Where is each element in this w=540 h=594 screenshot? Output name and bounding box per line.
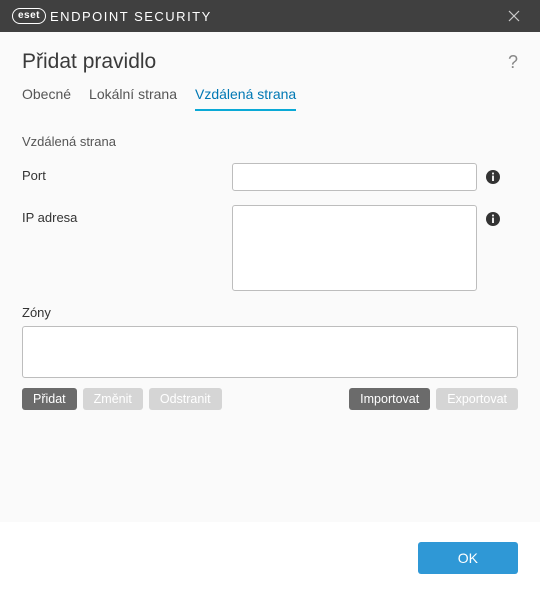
- content-panel: Přidat pravidlo ? Obecné Lokální strana …: [0, 32, 540, 522]
- row-ip: IP adresa: [22, 205, 518, 291]
- label-ip: IP adresa: [22, 205, 232, 225]
- page-title: Přidat pravidlo: [22, 50, 156, 74]
- footer: OK: [0, 522, 540, 594]
- row-port: Port: [22, 163, 518, 191]
- port-input[interactable]: [232, 163, 477, 191]
- tabs: Obecné Lokální strana Vzdálená strana: [22, 86, 518, 112]
- info-button-ip[interactable]: [485, 211, 501, 227]
- remove-button: Odstranit: [149, 388, 222, 410]
- info-icon: [485, 211, 501, 227]
- help-icon: ?: [508, 52, 518, 72]
- zones-listbox[interactable]: [22, 326, 518, 378]
- tab-general[interactable]: Obecné: [22, 86, 71, 111]
- label-port: Port: [22, 163, 232, 183]
- add-button[interactable]: Přidat: [22, 388, 77, 410]
- edit-button: Změnit: [83, 388, 143, 410]
- titlebar: eset ENDPOINT SECURITY: [0, 0, 540, 32]
- titlebar-product: ENDPOINT SECURITY: [50, 9, 212, 24]
- export-button: Exportovat: [436, 388, 518, 410]
- eset-logo: eset: [12, 8, 46, 24]
- info-icon: [485, 169, 501, 185]
- close-button[interactable]: [500, 2, 528, 30]
- close-icon: [508, 10, 520, 22]
- section-heading: Vzdálená strana: [22, 134, 518, 149]
- label-zones: Zóny: [22, 305, 518, 320]
- header-row: Přidat pravidlo ?: [22, 50, 518, 74]
- zone-buttons: Přidat Změnit Odstranit Importovat Expor…: [22, 388, 518, 410]
- tab-local[interactable]: Lokální strana: [89, 86, 177, 111]
- import-button[interactable]: Importovat: [349, 388, 430, 410]
- info-button-port[interactable]: [485, 169, 501, 185]
- ok-button[interactable]: OK: [418, 542, 518, 574]
- titlebar-brand: eset ENDPOINT SECURITY: [12, 8, 212, 24]
- ip-input[interactable]: [232, 205, 477, 291]
- help-button[interactable]: ?: [508, 52, 518, 73]
- tab-remote[interactable]: Vzdálená strana: [195, 86, 296, 111]
